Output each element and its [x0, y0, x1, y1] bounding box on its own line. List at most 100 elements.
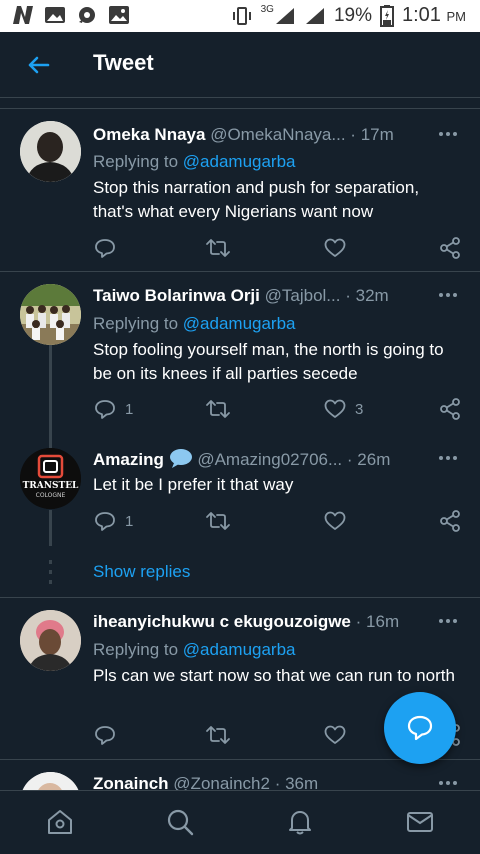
share-button[interactable]	[438, 236, 462, 260]
avatar[interactable]	[20, 772, 81, 790]
back-arrow-icon	[28, 56, 50, 74]
reply-button[interactable]: 1	[93, 397, 133, 421]
heart-icon	[324, 511, 346, 530]
avatar-image: TRANSTEL COLOGNE	[20, 448, 81, 509]
retweet-icon	[206, 239, 230, 257]
messages-icon	[407, 812, 433, 832]
author-handle[interactable]: @Amazing02706...	[197, 450, 342, 469]
share-icon	[440, 510, 460, 532]
replying-to-mention[interactable]: @adamugarba	[183, 152, 296, 171]
separator-dot: ·	[346, 450, 353, 469]
tweet-time: 16m	[366, 612, 400, 631]
author-name[interactable]: Zonainch	[93, 774, 169, 790]
reply-icon	[95, 512, 115, 531]
avatar-image	[20, 772, 81, 790]
replying-to-mention[interactable]: @adamugarba	[183, 314, 296, 333]
avatar-brand-text: TRANSTEL	[23, 481, 79, 491]
reply-count: 1	[125, 400, 134, 418]
nav-home[interactable]	[45, 807, 75, 837]
back-button[interactable]	[24, 50, 54, 80]
chat-app-icon	[79, 7, 95, 23]
retweet-button[interactable]	[205, 723, 231, 747]
tweet-actions: 1	[93, 509, 468, 533]
share-icon	[440, 237, 460, 259]
author-name[interactable]: Amazing	[93, 450, 164, 469]
battery-percent: 19%	[333, 4, 372, 26]
tweet-header: Omeka Nnaya @OmekaNnaya... · 17m	[93, 125, 468, 151]
separator-dot: ·	[355, 612, 362, 631]
retweet-button[interactable]	[205, 236, 231, 260]
reply-button[interactable]	[93, 236, 125, 260]
tweet-header: iheanyichukwu c ekugouzoigwe · 16m	[93, 612, 468, 638]
compose-reply-icon	[407, 715, 433, 741]
avatar[interactable]	[20, 121, 81, 182]
retweet-icon	[206, 400, 230, 418]
like-button[interactable]	[323, 509, 355, 533]
tweet-card[interactable]: Omeka Nnaya @OmekaNnaya... · 17m Replyin…	[0, 110, 480, 270]
tweet-text: Stop fooling yourself man, the north is …	[93, 340, 444, 383]
show-replies-link[interactable]: Show replies	[93, 562, 190, 582]
more-options-icon[interactable]	[438, 780, 458, 786]
avatar[interactable]	[20, 610, 81, 671]
nav-search[interactable]	[165, 807, 195, 837]
like-button[interactable]	[323, 236, 355, 260]
author-handle[interactable]: @Zonainch2	[173, 774, 270, 790]
reply-button[interactable]	[93, 723, 125, 747]
tweet-header: Zonainch @Zonainch2 · 36m	[93, 774, 468, 790]
reply-button[interactable]: 1	[93, 509, 133, 533]
thread-dots-icon	[49, 560, 52, 584]
heart-icon	[324, 725, 346, 744]
more-options-icon[interactable]	[438, 131, 458, 137]
speech-bubble-emoji-icon	[169, 449, 192, 468]
share-icon	[440, 398, 460, 420]
replying-to-label: Replying to	[93, 314, 183, 333]
tweet-card[interactable]: Taiwo Bolarinwa Orji @Tajbol... · 32m Re…	[0, 272, 480, 440]
like-button[interactable]: 3	[323, 397, 363, 421]
signal-icon	[275, 7, 294, 24]
tweet-header: Amazing @Amazing02706... · 26m	[93, 448, 468, 474]
author-name[interactable]: Omeka Nnaya	[93, 125, 205, 144]
tweet-text: Stop this narration and push for separat…	[93, 178, 420, 221]
compose-reply-button[interactable]	[384, 692, 456, 764]
tweet-card[interactable]: Zonainch @Zonainch2 · 36m	[0, 760, 480, 790]
tweet-actions	[93, 236, 468, 260]
more-options-icon[interactable]	[438, 292, 458, 298]
tweet-time: 36m	[285, 774, 319, 790]
avatar-image	[20, 284, 81, 345]
retweet-icon	[206, 726, 230, 744]
tweet-actions: 1 3	[93, 397, 468, 421]
replying-to-label: Replying to	[93, 640, 183, 659]
share-button[interactable]	[438, 397, 462, 421]
tweet-card[interactable]: TRANSTEL COLOGNE Amazing @Amazing02706..…	[0, 440, 480, 552]
nav-messages[interactable]	[405, 807, 435, 837]
separator-dot: ·	[345, 286, 351, 305]
author-handle[interactable]: @OmekaNnaya...	[210, 125, 345, 144]
gallery-app-icon	[45, 7, 65, 23]
more-options-icon[interactable]	[438, 618, 458, 624]
avatar-image	[20, 121, 81, 182]
n-app-icon	[13, 6, 33, 24]
like-count: 3	[355, 400, 364, 418]
author-handle[interactable]: @Tajbol...	[265, 286, 341, 305]
tweet-text: Pls can we start now so that we can run …	[93, 666, 455, 685]
reply-icon	[95, 239, 115, 258]
more-options-icon[interactable]	[438, 455, 458, 461]
share-button[interactable]	[438, 509, 462, 533]
reply-icon	[95, 400, 115, 419]
replying-to-label: Replying to	[93, 152, 183, 171]
top-app-bar: Tweet	[0, 32, 480, 98]
bottom-navigation	[0, 790, 480, 854]
clock-ampm: PM	[446, 9, 467, 24]
notifications-icon	[289, 811, 311, 835]
retweet-button[interactable]	[205, 509, 231, 533]
avatar[interactable]	[20, 284, 81, 345]
author-name[interactable]: Taiwo Bolarinwa Orji	[93, 286, 260, 305]
author-name[interactable]: iheanyichukwu c ekugouzoigwe	[93, 612, 351, 631]
replying-to: Replying to @adamugarba	[93, 152, 296, 172]
avatar[interactable]: TRANSTEL COLOGNE	[20, 448, 81, 509]
like-button[interactable]	[323, 723, 355, 747]
tweet-time: 26m	[357, 450, 391, 469]
retweet-button[interactable]	[205, 397, 231, 421]
replying-to-mention[interactable]: @adamugarba	[183, 640, 296, 659]
nav-notifications[interactable]	[285, 807, 315, 837]
